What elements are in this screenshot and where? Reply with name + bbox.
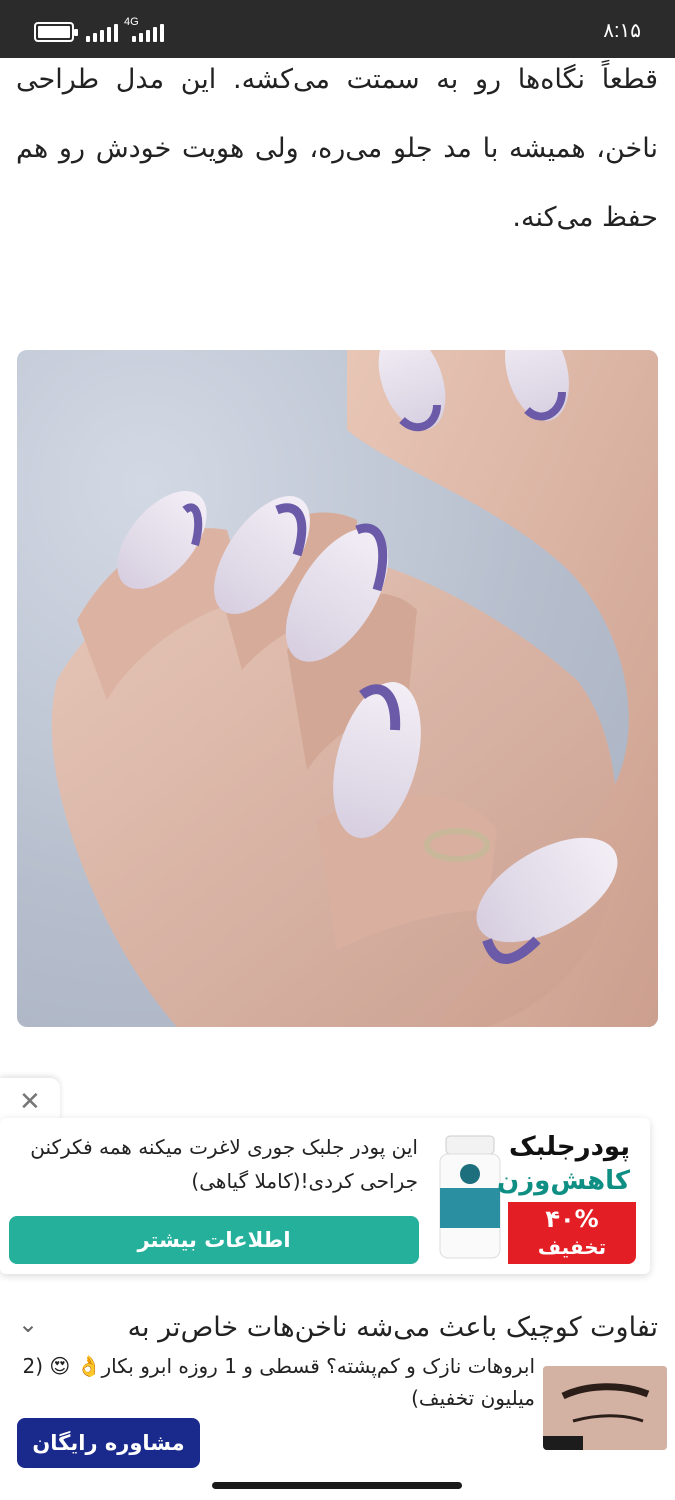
close-icon: ✕ [19,1087,41,1117]
signal-icon-2 [132,22,164,42]
ad-banner-title: پودرجلبک [509,1132,630,1162]
battery-icon [34,22,78,42]
ad-card[interactable]: این پودر جلبک جوری لاغرت میکنه همه فکرکن… [0,1118,650,1274]
ad-banner-image[interactable]: پودرجلبک کاهش‌وزن ۴۰% تخفیف [430,1130,636,1264]
discount-percent: ۴۰% [545,1205,599,1233]
status-time: ۸:۱۵ [603,20,641,42]
article-paragraph-container: قطعاً نگاه‌ها رو به سمتت می‌کشه. این مدل… [0,58,675,318]
collapse-ad-button[interactable]: ⌄ [0,1302,60,1346]
article-photo[interactable] [17,350,658,1027]
discount-badge: ۴۰% تخفیف [508,1202,636,1264]
signal-icon [86,22,118,42]
ad-close-button[interactable]: ✕ [0,1078,60,1122]
free-consultation-button[interactable]: مشاوره رایگان [17,1418,200,1468]
status-bar: 4G ۸:۱۵ [0,0,675,58]
home-handle[interactable] [212,1482,462,1489]
bottom-ad-text: ابروهات نازک و کم‌پشته؟ قسطی و 1 روزه اب… [22,1354,535,1410]
supplement-jar-icon [439,1135,501,1259]
eyebrow-photo-illustration [543,1366,667,1450]
ad-banner-subtitle: کاهش‌وزن [497,1166,630,1196]
discount-word: تخفیف [537,1235,607,1259]
article-paragraph: قطعاً نگاه‌ها رو به سمتت می‌کشه. این مدل… [16,64,658,233]
nail-photo-illustration [51,350,658,1027]
navigation-bar [0,1472,675,1500]
more-info-button[interactable]: اطلاعات بیشتر [9,1216,419,1264]
ad-text: این پودر جلبک جوری لاغرت میکنه همه فکرکن… [30,1135,418,1193]
chevron-down-icon: ⌄ [18,1310,39,1338]
ad-thumbnail[interactable] [543,1366,667,1450]
bottom-ad[interactable]: ابروهات نازک و کم‌پشته؟ قسطی و 1 روزه اب… [0,1346,675,1470]
